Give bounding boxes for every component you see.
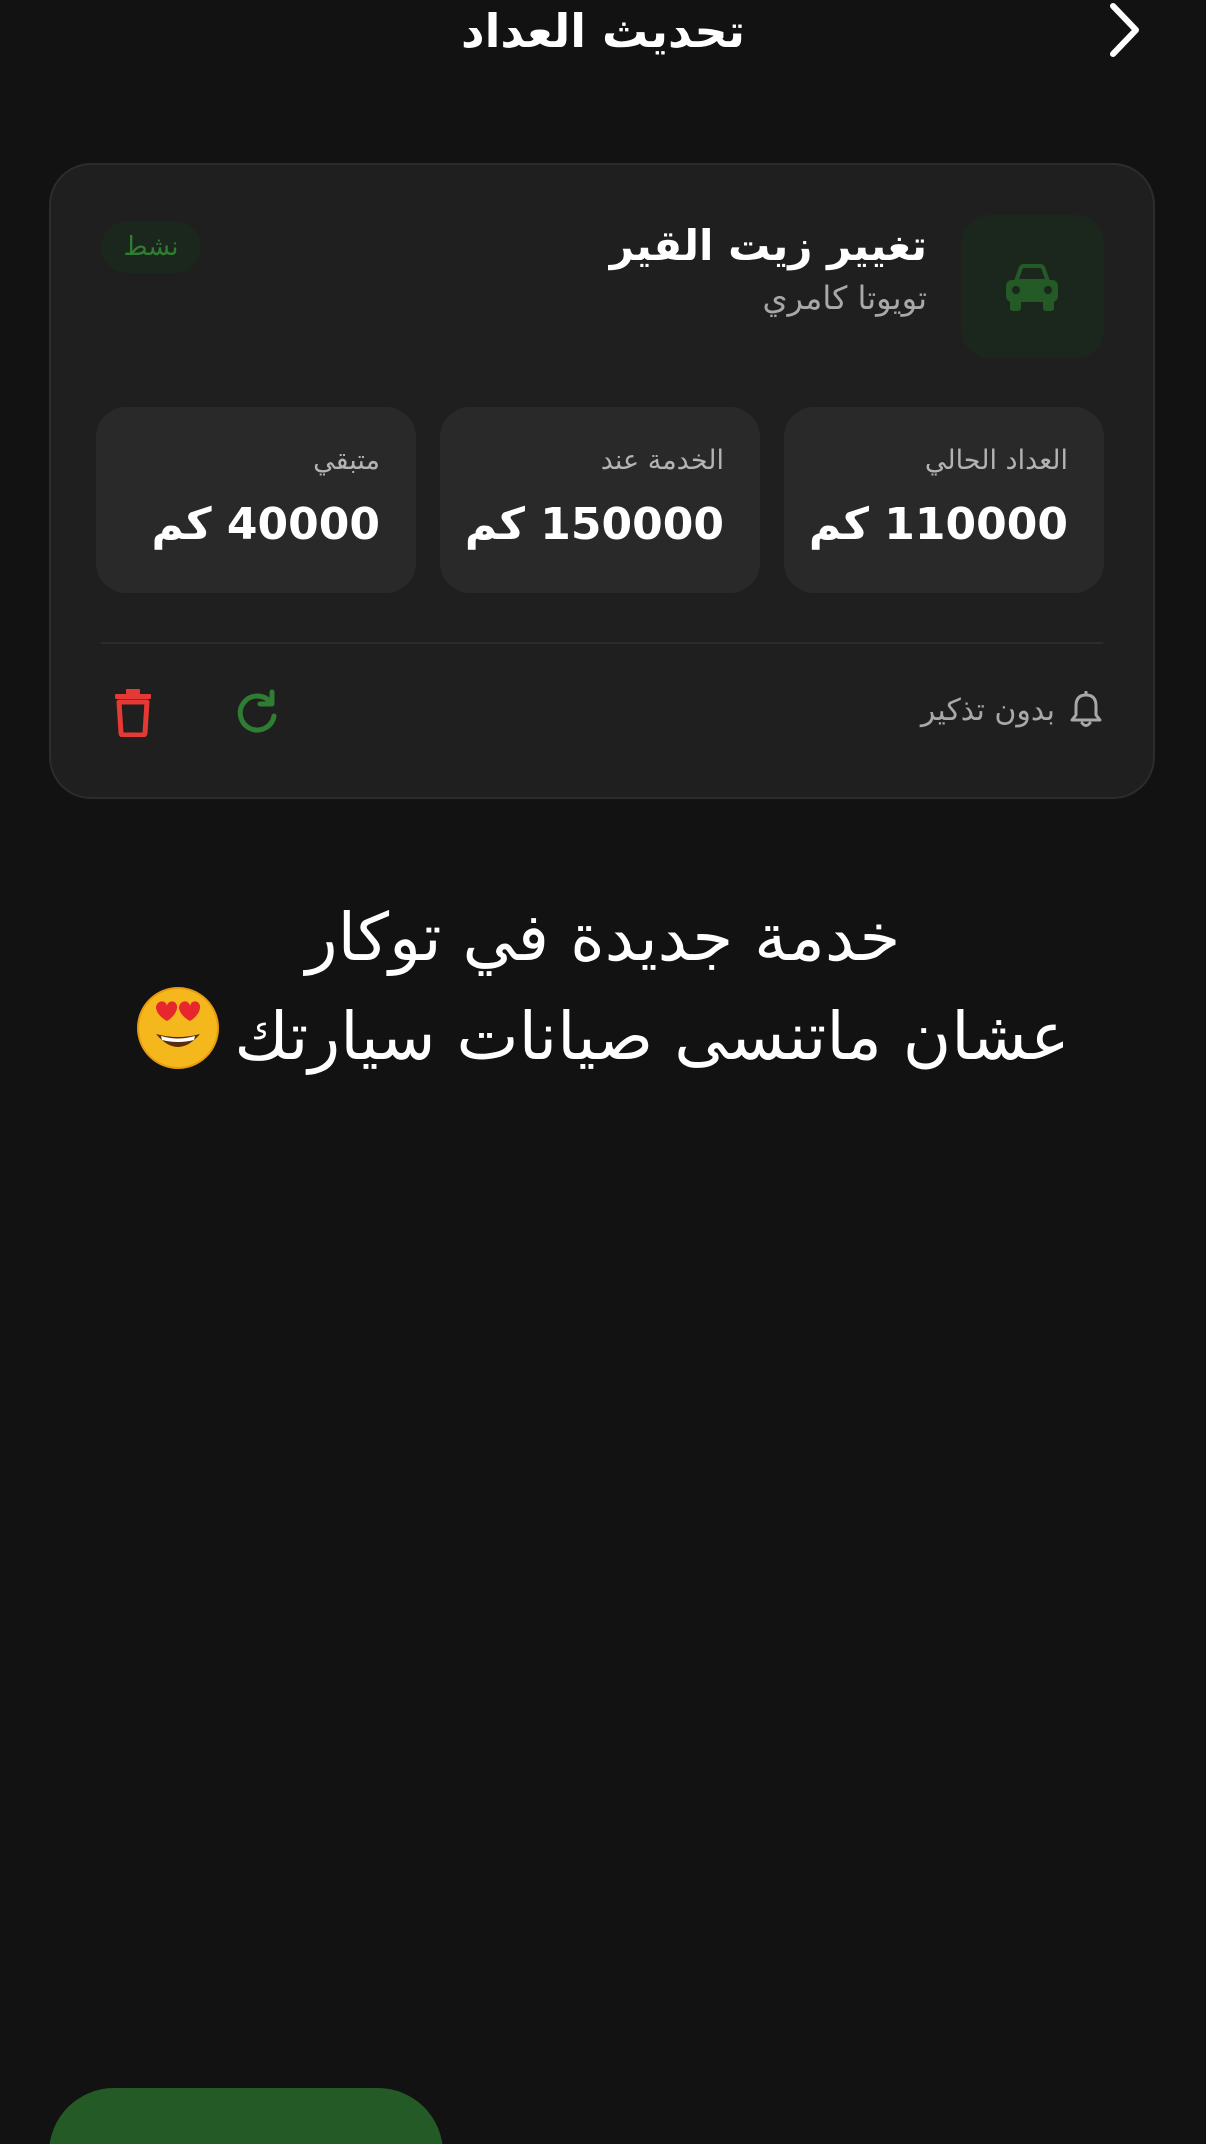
stat-remaining: متبقي 40000 كم (96, 407, 416, 593)
back-button[interactable] (1096, 0, 1152, 62)
car-icon (1006, 264, 1058, 311)
service-card[interactable]: تغيير زيت القير تويوتا كامري نشط العداد … (49, 163, 1155, 799)
status-badge: نشط (101, 221, 201, 273)
stat-label: العداد الحالي (924, 445, 1068, 476)
promo-line-1: خدمة جديدة في توكار (305, 899, 901, 976)
stat-label: الخدمة عند (600, 445, 724, 476)
stat-value: 110000 كم (808, 499, 1068, 550)
stat-value: 150000 كم (464, 499, 724, 550)
stat-value: 40000 كم (151, 499, 381, 550)
refresh-button[interactable] (233, 687, 281, 737)
car-icon-tile (961, 215, 1104, 358)
promo-text: خدمة جديدة في توكار عشان ماتنسى صيانات س… (60, 890, 1146, 1096)
vehicle-name: تويوتا كامري (762, 279, 927, 317)
top-bar: تحديث العداد (0, 0, 1206, 70)
chevron-right-icon (1110, 3, 1139, 57)
stat-service-at: الخدمة عند 150000 كم (440, 407, 760, 593)
reminder-setting[interactable]: بدون تذكير (921, 688, 1103, 732)
stat-label: متبقي (313, 445, 380, 476)
page-title: تحديث العداد (461, 4, 745, 58)
promo-line-2-text: عشان ماتنسى صيانات سيارتك (234, 998, 1070, 1076)
service-title: تغيير زيت القير (609, 221, 927, 270)
heart-eyes-emoji (136, 986, 220, 1096)
refresh-icon (237, 689, 277, 733)
card-divider (101, 642, 1103, 644)
bell-icon (1070, 691, 1102, 727)
delete-button[interactable] (113, 687, 161, 738)
promo-line-2: عشان ماتنسى صيانات سيارتك (60, 986, 1146, 1096)
screen: تحديث العداد تغيير زيت القير تويوتا كامر… (0, 0, 1206, 2144)
primary-action-button[interactable] (49, 2088, 443, 2144)
trash-icon (115, 689, 151, 738)
stat-current-odometer: العداد الحالي 110000 كم (784, 407, 1104, 593)
reminder-label: بدون تذكير (920, 692, 1055, 728)
